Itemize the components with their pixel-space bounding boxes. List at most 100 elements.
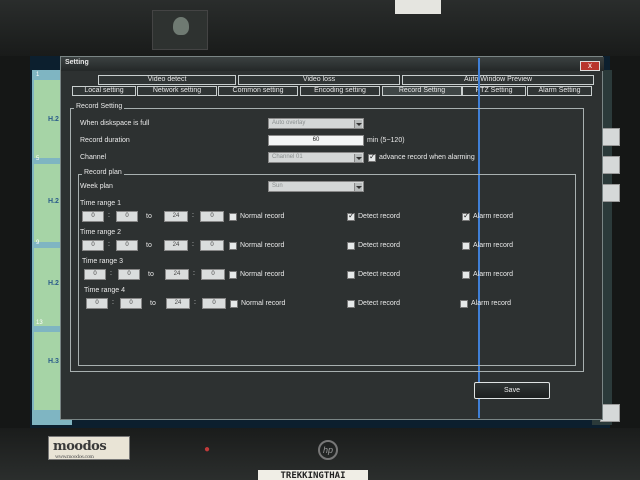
side-control-button[interactable] <box>600 128 620 146</box>
time-separator: : <box>112 299 114 306</box>
tape-piece <box>395 0 441 14</box>
time-range-label: Time range 2 <box>80 229 121 236</box>
record-setting-legend: Record Setting <box>74 103 125 110</box>
monitor-bezel-left <box>0 56 30 428</box>
end-hour-input[interactable]: 24 <box>165 269 189 280</box>
time-separator: : <box>194 299 196 306</box>
start-minute-input[interactable]: 0 <box>120 298 142 309</box>
monitor-bezel-top <box>0 0 640 56</box>
normal-record-label: Normal record <box>240 271 285 278</box>
time-separator: : <box>110 270 112 277</box>
label-tape: TREKKINGTHAI <box>258 470 368 480</box>
duration-unit: min (5~120) <box>367 137 405 144</box>
end-minute-input[interactable]: 0 <box>200 240 224 251</box>
normal-record-label: Normal record <box>240 213 285 220</box>
start-minute-input[interactable]: 0 <box>116 240 138 251</box>
red-brand-mark: ● <box>204 444 211 455</box>
advance-record-checkbox[interactable] <box>368 152 376 162</box>
end-hour-input[interactable]: 24 <box>164 240 188 251</box>
cam-logo-icon <box>173 17 189 35</box>
end-minute-input[interactable]: 0 <box>200 211 224 222</box>
tab-local-setting[interactable]: Local setting <box>72 86 136 96</box>
normal-record-checkbox[interactable] <box>229 271 237 279</box>
brand-sticker: moodos www.moodos.com <box>48 436 130 460</box>
chevron-down-icon <box>354 154 362 162</box>
detect-record-checkbox[interactable] <box>347 300 355 308</box>
end-hour-input[interactable]: 24 <box>166 298 190 309</box>
normal-record-checkbox[interactable] <box>229 213 237 221</box>
tab-common-setting[interactable]: Common setting <box>218 86 298 96</box>
tab-alarm-setting[interactable]: Alarm Setting <box>527 86 592 96</box>
webcam-module <box>152 10 208 50</box>
detect-record-label: Detect record <box>358 213 401 220</box>
time-range-label: Time range 3 <box>82 258 123 265</box>
close-button[interactable]: x <box>580 61 600 71</box>
channel-number: 13 <box>36 320 43 326</box>
start-minute-input[interactable]: 0 <box>116 211 138 222</box>
sticker-text: moodos <box>53 439 107 454</box>
alarm-record-checkbox[interactable] <box>462 271 470 279</box>
channel-label: Channel <box>80 154 107 161</box>
time-separator: : <box>192 241 194 248</box>
alarm-record-checkbox[interactable] <box>462 211 470 221</box>
to-label: to <box>150 300 156 307</box>
duration-label: Record duration <box>80 137 130 144</box>
duration-input[interactable]: 60 <box>268 135 364 146</box>
monitor-bezel-right <box>610 56 640 428</box>
side-control-button[interactable] <box>600 156 620 174</box>
end-minute-input[interactable]: 0 <box>202 298 226 309</box>
detect-record-checkbox[interactable] <box>347 211 355 221</box>
diskfull-value: Auto overlay <box>272 120 306 126</box>
diskfull-label: When diskspace is full <box>80 120 150 127</box>
codec-label: H.2 <box>48 116 59 123</box>
window-titlebar: Setting x <box>61 57 604 71</box>
side-control-button[interactable] <box>600 404 620 422</box>
detect-record-label: Detect record <box>358 242 401 249</box>
start-hour-input[interactable]: 0 <box>82 240 104 251</box>
alarm-record-checkbox[interactable] <box>460 300 468 308</box>
alarm-record-label: Alarm record <box>473 242 514 249</box>
tab-ptz-setting[interactable]: PTZ Setting <box>462 86 526 96</box>
normal-record-label: Normal record <box>240 242 285 249</box>
alarm-record-label: Alarm record <box>471 300 512 307</box>
side-control-button[interactable] <box>600 184 620 202</box>
codec-label: H.2 <box>48 280 59 287</box>
normal-record-checkbox[interactable] <box>230 300 238 308</box>
codec-label: H.2 <box>48 198 59 205</box>
start-hour-input[interactable]: 0 <box>84 269 106 280</box>
normal-record-checkbox[interactable] <box>229 242 237 250</box>
chevron-down-icon <box>354 183 362 191</box>
to-label: to <box>146 242 152 249</box>
end-hour-input[interactable]: 24 <box>164 211 188 222</box>
detect-record-checkbox[interactable] <box>347 271 355 279</box>
time-range-label: Time range 1 <box>80 200 121 207</box>
codec-label: H.3 <box>48 358 59 365</box>
channel-number: 9 <box>36 240 40 246</box>
start-minute-input[interactable]: 0 <box>118 269 140 280</box>
tab-video-loss[interactable]: Video loss <box>238 75 400 85</box>
start-hour-input[interactable]: 0 <box>82 211 104 222</box>
sticker-subtext: www.moodos.com <box>55 454 94 460</box>
record-plan-legend: Record plan <box>82 169 124 176</box>
tab-record-setting[interactable]: Record Setting <box>382 86 462 96</box>
week-plan-value: Sun <box>272 183 283 189</box>
tab-auto-window-preview[interactable]: Auto Window Preview <box>402 75 594 85</box>
time-separator: : <box>192 212 194 219</box>
diskfull-dropdown[interactable]: Auto overlay <box>268 118 364 129</box>
detect-record-checkbox[interactable] <box>347 242 355 250</box>
tab-network-setting[interactable]: Network setting <box>137 86 217 96</box>
to-label: to <box>148 271 154 278</box>
week-plan-dropdown[interactable]: Sun <box>268 181 364 192</box>
week-plan-label: Week plan <box>80 183 113 190</box>
save-button[interactable]: Save <box>474 382 550 399</box>
end-minute-input[interactable]: 0 <box>201 269 225 280</box>
channel-number: 1 <box>36 72 40 78</box>
record-plan-frame <box>78 174 576 366</box>
start-hour-input[interactable]: 0 <box>86 298 108 309</box>
detect-record-label: Detect record <box>358 300 401 307</box>
tab-encoding-setting[interactable]: Encoding setting <box>300 86 380 96</box>
channel-dropdown[interactable]: Channel 01 <box>268 152 364 163</box>
alarm-record-checkbox[interactable] <box>462 242 470 250</box>
tab-video-detect[interactable]: Video detect <box>98 75 236 85</box>
to-label: to <box>146 213 152 220</box>
